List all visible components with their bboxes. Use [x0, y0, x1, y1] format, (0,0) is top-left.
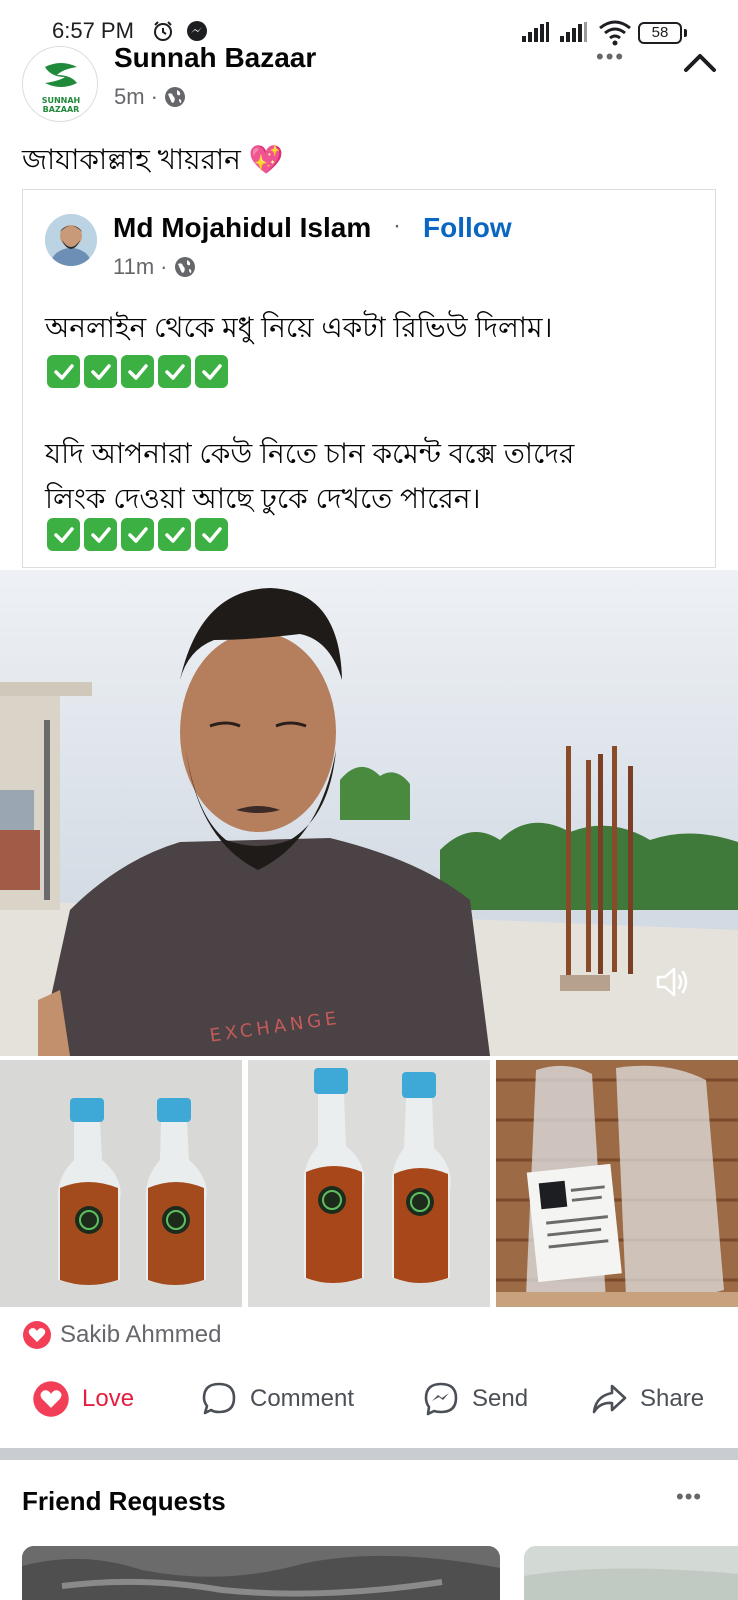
- check-mark-icon: [158, 518, 191, 551]
- package-photo: [496, 1060, 738, 1307]
- action-bar: Love Comment Send Share: [0, 1380, 738, 1432]
- check-mark-icon: [121, 355, 154, 388]
- sunnah-bazaar-logo: SUNNAH BAZAAR: [42, 63, 81, 114]
- volume-icon[interactable]: [652, 962, 692, 1002]
- check-emoji-row: [47, 518, 228, 551]
- meta-separator: ·: [160, 254, 168, 279]
- more-options-icon[interactable]: •••: [676, 1484, 702, 1510]
- status-time: 6:57 PM: [52, 18, 134, 43]
- check-mark-icon: [47, 518, 80, 551]
- photo-thumbnail[interactable]: [0, 1060, 242, 1307]
- author-avatar[interactable]: [45, 214, 97, 266]
- love-reaction-icon: [33, 1381, 69, 1417]
- check-mark-icon: [84, 518, 117, 551]
- shared-post-time: 11m: [113, 254, 155, 279]
- comment-icon: [202, 1382, 236, 1415]
- author-name[interactable]: Md Mojahidul Islam: [113, 212, 371, 244]
- post-caption: জাযাকাল্লাহ খায়রান 💖: [22, 144, 284, 175]
- photo-thumbnail[interactable]: [496, 1060, 738, 1307]
- check-mark-icon: [84, 355, 117, 388]
- comment-label: Comment: [250, 1385, 355, 1412]
- check-mark-icon: [121, 518, 154, 551]
- love-label: Love: [82, 1385, 135, 1412]
- globe-icon: [164, 87, 185, 107]
- feed-divider: [0, 1448, 738, 1460]
- friend-request-photo: [524, 1546, 738, 1600]
- send-label: Send: [472, 1385, 529, 1412]
- post-body-line: যদি আপনারা কেউ নিতে চান কমেন্ট বক্সে তাদ…: [45, 438, 575, 469]
- svg-text:BAZAAR: BAZAAR: [43, 105, 80, 114]
- check-mark-icon: [195, 518, 228, 551]
- video-frame: EXCHANGE: [0, 570, 738, 1056]
- post-body-line: অনলাইন থেকে মধু নিয়ে একটা রিভিউ দিলাম।: [45, 312, 553, 343]
- send-button[interactable]: Send: [422, 1380, 528, 1418]
- reactor-name: Sakib Ahmmed: [60, 1321, 222, 1348]
- wifi-icon: [599, 20, 631, 46]
- battery-icon: 58: [638, 22, 682, 44]
- post-body-line: লিংক দেওয়া আছে ঢুকে দেখতে পারেন।: [45, 483, 481, 514]
- honey-bottles-photo: [0, 1060, 242, 1307]
- more-options-icon[interactable]: •••: [596, 44, 625, 70]
- signal-icon-2: [560, 22, 587, 42]
- signal-icon: [522, 22, 549, 42]
- reactions-summary[interactable]: Sakib Ahmmed: [22, 1320, 221, 1350]
- battery-tip: [684, 29, 687, 37]
- post-meta: 5m ·: [114, 84, 186, 110]
- author-photo: [45, 214, 97, 266]
- friend-request-photo: [22, 1546, 500, 1600]
- alarm-icon: [154, 21, 172, 41]
- love-button[interactable]: Love: [32, 1380, 134, 1418]
- messenger-icon: [424, 1382, 458, 1416]
- check-mark-icon: [47, 355, 80, 388]
- page-name[interactable]: Sunnah Bazaar: [114, 42, 316, 74]
- follow-button[interactable]: Follow: [423, 212, 512, 244]
- share-button[interactable]: Share: [590, 1380, 704, 1418]
- page-avatar[interactable]: SUNNAH BAZAAR: [22, 46, 98, 122]
- friend-request-card[interactable]: [524, 1546, 738, 1600]
- share-icon: [592, 1384, 627, 1414]
- honey-bottles-photo: [248, 1060, 490, 1307]
- status-bar: 6:57 PM 58: [0, 0, 738, 62]
- comment-button[interactable]: Comment: [200, 1380, 354, 1418]
- shared-post-meta: 11m ·: [113, 254, 196, 280]
- photo-thumbnail[interactable]: [248, 1060, 490, 1307]
- meta-separator: ·: [150, 84, 158, 109]
- check-emoji-row: [47, 355, 228, 388]
- check-mark-icon: [195, 355, 228, 388]
- chevron-up-icon[interactable]: [682, 50, 718, 74]
- post-video[interactable]: EXCHANGE: [0, 570, 738, 1056]
- share-label: Share: [640, 1385, 705, 1412]
- friend-requests-title: Friend Requests: [22, 1486, 226, 1516]
- shared-post-card[interactable]: Md Mojahidul Islam · Follow 11m · অনলাইন…: [22, 189, 716, 568]
- globe-icon: [174, 257, 195, 277]
- name-separator: ·: [393, 212, 401, 239]
- post-time: 5m: [114, 84, 145, 109]
- friend-request-card[interactable]: [22, 1546, 500, 1600]
- svg-text:SUNNAH: SUNNAH: [42, 96, 81, 105]
- check-mark-icon: [158, 355, 191, 388]
- love-reaction-icon: [23, 1321, 51, 1349]
- messenger-status-icon: [187, 21, 207, 41]
- photo-grid: [0, 1060, 738, 1307]
